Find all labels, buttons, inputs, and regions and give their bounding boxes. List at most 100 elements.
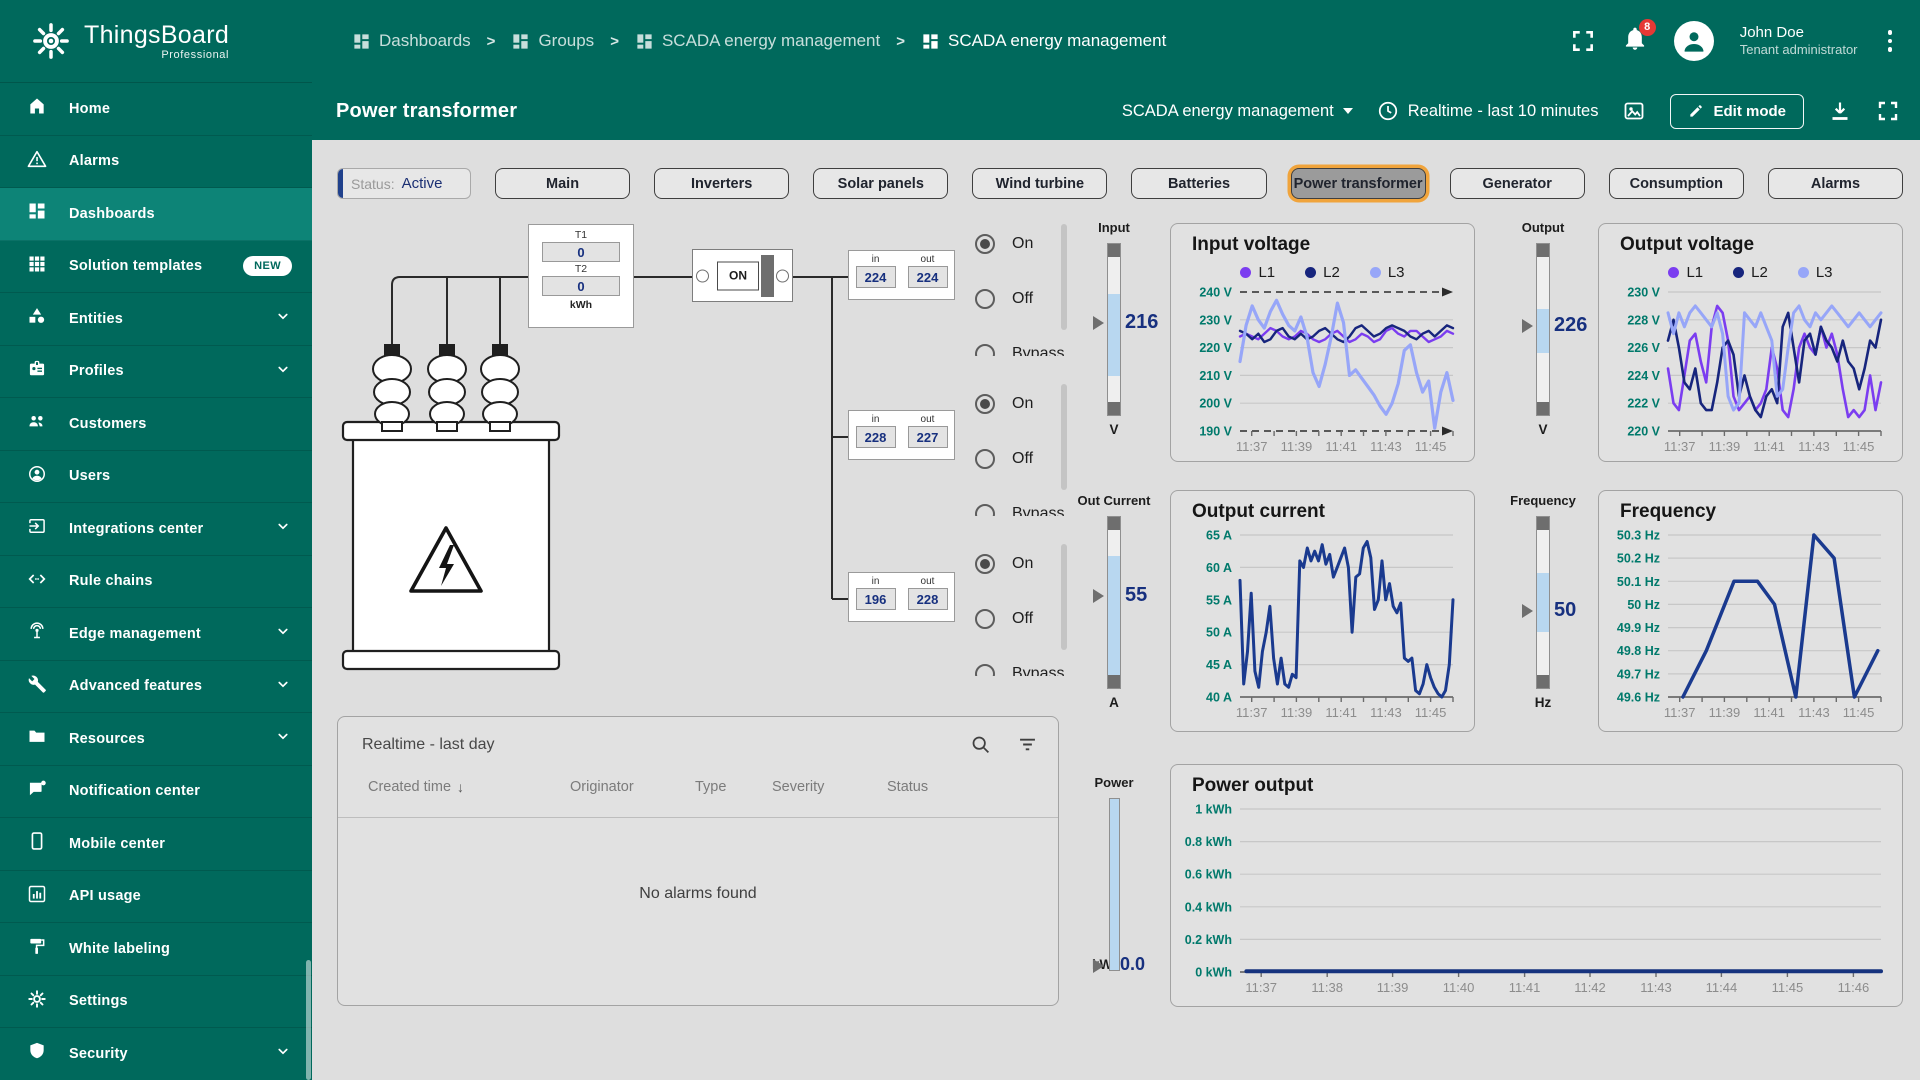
- notifications-bell-icon[interactable]: 8: [1622, 18, 1656, 57]
- radio-option-off[interactable]: Off: [975, 605, 1067, 633]
- rulechains-icon: [27, 569, 47, 594]
- column-header-originator[interactable]: Originator: [570, 779, 634, 795]
- sidebar-item-advanced-features[interactable]: Advanced features: [0, 661, 312, 713]
- sidebar-item-users[interactable]: Users: [0, 451, 312, 503]
- sidebar-item-label: Security: [69, 1045, 128, 1062]
- thingsboard-logo[interactable]: ThingsBoard Professional: [0, 20, 312, 62]
- breadcrumb-item[interactable]: SCADA energy management: [635, 31, 880, 51]
- sidebar-scrollbar[interactable]: [306, 960, 311, 1080]
- timewindow-button[interactable]: Realtime - last 10 minutes: [1377, 100, 1599, 122]
- radio-circle[interactable]: [975, 394, 995, 414]
- sidebar-item-security[interactable]: Security: [0, 1028, 312, 1080]
- download-icon[interactable]: [1828, 99, 1852, 123]
- legend-item[interactable]: L3: [1797, 264, 1833, 281]
- sidebar-item-white-labeling[interactable]: White labeling: [0, 923, 312, 976]
- sidebar-item-entities[interactable]: Entities: [0, 293, 312, 346]
- tab-consumption[interactable]: Consumption: [1608, 168, 1744, 199]
- user-info[interactable]: John Doe Tenant administrator: [1740, 24, 1858, 59]
- radio-option-bypass[interactable]: Bypass: [975, 340, 1067, 356]
- svg-text:11:41: 11:41: [1753, 439, 1785, 454]
- radio-option-off[interactable]: Off: [975, 285, 1067, 313]
- tab-generator[interactable]: Generator: [1449, 168, 1585, 199]
- sidebar-item-api-usage[interactable]: API usage: [0, 871, 312, 923]
- radio-option-bypass[interactable]: Bypass: [975, 660, 1067, 676]
- sidebar-item-integrations-center[interactable]: Integrations center: [0, 503, 312, 556]
- fullscreen-icon[interactable]: [1876, 99, 1900, 123]
- sidebar-item-edge-management[interactable]: Edge management: [0, 608, 312, 661]
- alarms-empty-text: No alarms found: [639, 885, 757, 902]
- gauge-pointer[interactable]: [1093, 958, 1104, 973]
- column-header-severity[interactable]: Severity: [772, 779, 824, 795]
- gauge-pointer[interactable]: [1522, 319, 1533, 334]
- legend-item[interactable]: L2: [1305, 264, 1340, 281]
- sidebar-item-label: Home: [69, 100, 111, 117]
- radio-circle[interactable]: [975, 664, 995, 676]
- gauge-pointer[interactable]: [1093, 315, 1104, 330]
- radio-circle[interactable]: [975, 289, 995, 309]
- column-header-created-time[interactable]: Created time ↓: [368, 779, 464, 795]
- radio-circle[interactable]: [975, 234, 995, 254]
- tab-batteries[interactable]: Batteries: [1131, 168, 1267, 199]
- tab-solar-panels[interactable]: Solar panels: [813, 168, 949, 199]
- column-header-type[interactable]: Type: [695, 779, 726, 795]
- radio-circle[interactable]: [975, 504, 995, 516]
- sidebar-item-settings[interactable]: Settings: [0, 976, 312, 1028]
- legend-item[interactable]: L3: [1369, 264, 1405, 281]
- search-icon[interactable]: [970, 734, 991, 755]
- chevron-down-icon: [274, 307, 292, 330]
- radio-scrollbar[interactable]: [1061, 544, 1067, 650]
- radio-scrollbar[interactable]: [1061, 384, 1067, 490]
- timewindow-label: Realtime - last 10 minutes: [1407, 101, 1599, 120]
- sidebar-item-label: Mobile center: [69, 835, 166, 852]
- sidebar-item-solution-templates[interactable]: Solution templates NEW: [0, 241, 312, 293]
- tab-power-transformer[interactable]: Power transformer: [1290, 168, 1426, 199]
- tab-inverters[interactable]: Inverters: [654, 168, 790, 199]
- radio-option-on[interactable]: On: [975, 230, 1067, 258]
- sidebar-item-alarms[interactable]: Alarms: [0, 136, 312, 188]
- radio-circle[interactable]: [975, 554, 995, 574]
- switch-handle[interactable]: [761, 254, 774, 297]
- radio-option-off[interactable]: Off: [975, 445, 1067, 473]
- more-menu-icon[interactable]: [1884, 26, 1897, 56]
- dashboard-grid-icon: [354, 33, 369, 49]
- legend-item[interactable]: L2: [1733, 264, 1768, 281]
- sidebar-item-label: Users: [69, 468, 111, 485]
- breadcrumb-item[interactable]: Dashboards: [352, 31, 471, 51]
- sidebar-item-notification-center[interactable]: Notification center: [0, 766, 312, 818]
- dashboard-state-select[interactable]: SCADA energy management: [1122, 102, 1353, 121]
- avatar[interactable]: [1673, 21, 1714, 61]
- sidebar-item-rule-chains[interactable]: Rule chains: [0, 556, 312, 608]
- sidebar-item-customers[interactable]: Customers: [0, 398, 312, 451]
- sidebar-item-dashboards[interactable]: Dashboards: [0, 188, 312, 241]
- radio-option-on[interactable]: On: [975, 390, 1067, 418]
- sidebar-item-home[interactable]: Home: [0, 83, 312, 136]
- tab-alarms[interactable]: Alarms: [1767, 168, 1903, 199]
- header-fullscreen-icon[interactable]: [1570, 28, 1596, 54]
- sidebar-item-profiles[interactable]: Profiles: [0, 346, 312, 398]
- radio-option-on[interactable]: On: [975, 550, 1067, 578]
- sidebar-item-mobile-center[interactable]: Mobile center: [0, 818, 312, 871]
- top-app-bar: ThingsBoard Professional Dashboards > Grou…: [0, 0, 1920, 82]
- sidebar-item-resources[interactable]: Resources: [0, 713, 312, 766]
- radio-scrollbar[interactable]: [1061, 224, 1067, 330]
- alarms-timewindow[interactable]: Realtime - last day: [362, 736, 495, 754]
- tab-wind-turbine[interactable]: Wind turbine: [972, 168, 1108, 199]
- legend-item[interactable]: L1: [1240, 264, 1275, 281]
- breadcrumb-item[interactable]: SCADA energy management: [921, 31, 1166, 51]
- notification-icon: [27, 779, 47, 804]
- line-2-mode-radio-group: On Off Bypass: [975, 384, 1067, 516]
- column-header-status[interactable]: Status: [887, 779, 928, 795]
- radio-circle[interactable]: [975, 609, 995, 629]
- tab-main[interactable]: Main: [495, 168, 631, 199]
- gauge-pointer[interactable]: [1522, 604, 1533, 619]
- gauge-pointer[interactable]: [1093, 588, 1104, 603]
- radio-option-bypass[interactable]: Bypass: [975, 500, 1067, 516]
- radio-circle[interactable]: [975, 344, 995, 356]
- edit-mode-button[interactable]: Edit mode: [1670, 93, 1804, 129]
- screenshot-icon[interactable]: [1622, 99, 1646, 123]
- radio-circle[interactable]: [975, 449, 995, 469]
- switch-on-button[interactable]: ON: [717, 261, 759, 290]
- breadcrumb-item[interactable]: Groups: [511, 31, 594, 51]
- legend-item[interactable]: L1: [1668, 264, 1703, 281]
- filter-icon[interactable]: [1017, 734, 1038, 755]
